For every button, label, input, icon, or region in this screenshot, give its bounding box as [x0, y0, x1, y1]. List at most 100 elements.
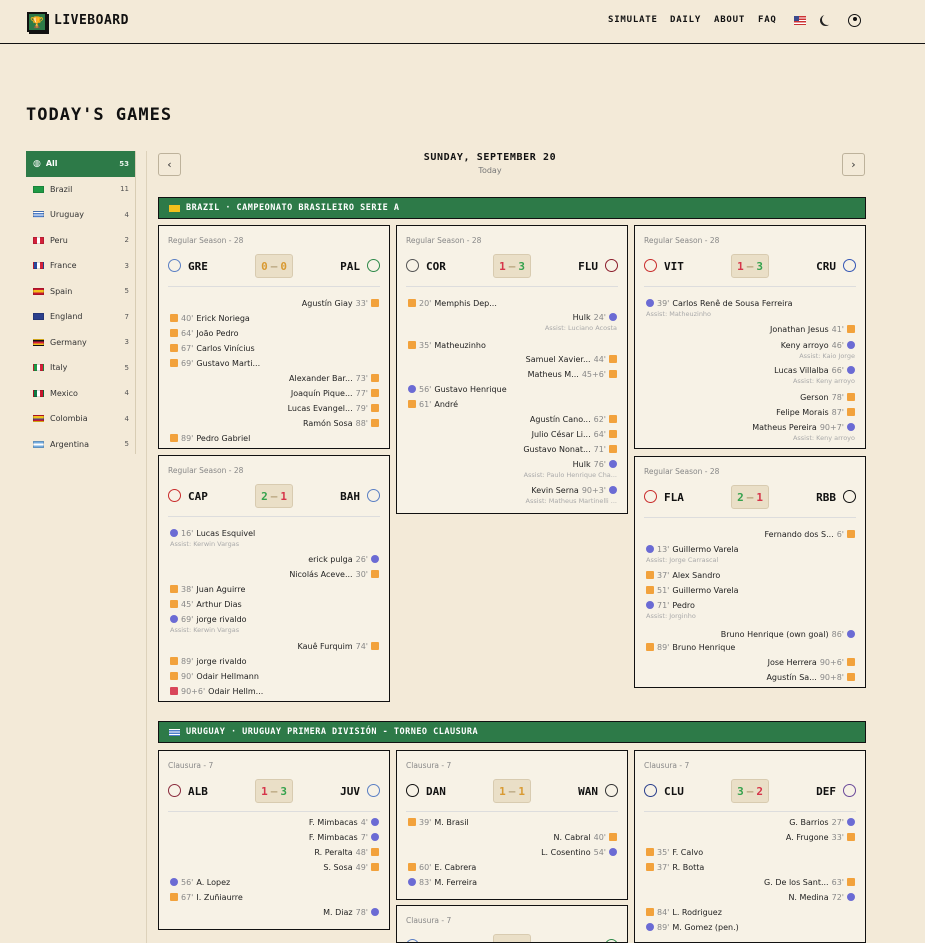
yellow-card-icon: [371, 848, 379, 856]
brazil-flag-icon: [33, 185, 44, 193]
home-team-code[interactable]: CLU: [664, 785, 684, 798]
home-team-crest-icon: [406, 259, 419, 272]
event-minute: 76': [593, 460, 606, 469]
sidebar-item-brazil[interactable]: Brazil 11: [26, 177, 135, 203]
yellow-card-icon: [609, 833, 617, 841]
yellow-card-icon: [371, 863, 379, 871]
event-minute: 79': [355, 404, 368, 413]
home-score: 1: [499, 259, 506, 273]
event-minute: 78': [831, 393, 844, 402]
event-minute: 62': [593, 415, 606, 424]
event-minute: 64': [593, 430, 606, 439]
trophy-icon[interactable]: 🏆: [27, 12, 47, 32]
divider: [644, 811, 856, 812]
sidebar-item-mexico[interactable]: Mexico 4: [26, 381, 135, 407]
home-team-code[interactable]: FLA: [664, 491, 684, 504]
sidebar-item-colombia[interactable]: Colombia 4: [26, 406, 135, 432]
moon-icon[interactable]: [822, 14, 833, 25]
match-card[interactable]: Clausura - 7: [396, 905, 628, 943]
prev-day-button[interactable]: ‹: [158, 153, 181, 176]
match-event: Lucas Villalba 66': [774, 365, 855, 377]
goal-ball-icon: [371, 908, 379, 916]
sidebar-item-spain[interactable]: Spain 5: [26, 279, 135, 305]
match-event: 20' Memphis Dep...: [408, 298, 497, 310]
home-team-code[interactable]: DAN: [426, 785, 446, 798]
event-minute: 38': [181, 585, 194, 594]
event-minute: 30': [355, 570, 368, 579]
home-team-code[interactable]: CAP: [188, 490, 208, 503]
sidebar-item-argentina[interactable]: Argentina 5: [26, 432, 135, 458]
match-event: 64' João Pedro: [170, 328, 239, 340]
event-minute: 40': [593, 833, 606, 842]
yellow-card-icon: [371, 299, 379, 307]
event-minute: 64': [181, 329, 194, 338]
nav-daily[interactable]: DAILY: [670, 15, 701, 25]
match-event: Hulk 24': [573, 312, 617, 324]
away-team-code[interactable]: PAL: [340, 260, 360, 273]
away-team-code[interactable]: CRU: [816, 260, 836, 273]
sidebar-item-peru[interactable]: Peru 2: [26, 228, 135, 254]
sidebar-item-france[interactable]: France 3: [26, 253, 135, 279]
away-team-code[interactable]: WAN: [578, 785, 598, 798]
goal-ball-icon: [847, 818, 855, 826]
match-card[interactable]: Regular Season - 28 VIT 1–3 CRU 39' Carlo…: [634, 225, 866, 449]
match-card[interactable]: Clausura - 7 DAN 1–1 WAN 39' M. Brasil N. …: [396, 750, 628, 900]
home-team-crest-icon: [406, 784, 419, 797]
league-header-uruguay[interactable]: URUGUAY · URUGUAY PRIMERA DIVISIÓN - TOR…: [158, 721, 866, 743]
match-event: 13' Guillermo Varela: [646, 544, 739, 556]
sidebar-item-italy[interactable]: Italy 5: [26, 355, 135, 381]
match-card[interactable]: Regular Season - 28 FLA 2–1 RBB Fernando…: [634, 456, 866, 688]
nav-faq[interactable]: FAQ: [758, 15, 777, 25]
event-assist: Assist: Keny arroyo: [792, 434, 855, 442]
event-player: E. Cabrera: [434, 863, 477, 872]
home-team-code[interactable]: GRE: [188, 260, 208, 273]
app-logo[interactable]: LIVEBOARD: [54, 13, 129, 28]
next-day-button[interactable]: ›: [842, 153, 865, 176]
sidebar-item-uruguay[interactable]: Uruguay 4: [26, 202, 135, 228]
event-minute: 77': [355, 389, 368, 398]
event-minute: 69': [181, 615, 194, 624]
yellow-card-icon: [646, 586, 654, 594]
divider: [644, 517, 856, 518]
score-box: 3–2: [731, 779, 769, 803]
event-minute: 37': [657, 571, 670, 580]
home-team-code[interactable]: ALB: [188, 785, 208, 798]
match-event: 45' Arthur Dias: [170, 599, 242, 611]
match-event: 84' L. Rodriguez: [646, 907, 722, 919]
chevron-left-icon: ‹: [167, 158, 172, 171]
sidebar-item-england[interactable]: England 7: [26, 304, 135, 330]
away-team-code[interactable]: RBB: [816, 491, 836, 504]
league-header-brazil[interactable]: BRAZIL · CAMPEONATO BRASILEIRO SERIE A: [158, 197, 866, 219]
away-team-code[interactable]: FLU: [578, 260, 598, 273]
match-event: Gustavo Nonat... 71': [523, 444, 617, 456]
event-assist: Assist: Jorge Carrascal: [646, 556, 719, 564]
match-card[interactable]: Regular Season - 28 COR 1–3 FLU 20' Memph…: [396, 225, 628, 514]
home-team-code[interactable]: VIT: [664, 260, 684, 273]
user-icon[interactable]: [848, 14, 861, 27]
nav-about[interactable]: ABOUT: [714, 15, 745, 25]
away-team-code[interactable]: JUV: [340, 785, 360, 798]
yellow-card-icon: [408, 818, 416, 826]
yellow-card-icon: [408, 299, 416, 307]
event-minute: 67': [181, 893, 194, 902]
event-player: Carlos Renê de Sousa Ferreira: [672, 299, 793, 308]
home-team-crest-icon: [168, 784, 181, 797]
match-card[interactable]: Regular Season - 28 CAP 2–1 BAH 16' Lucas…: [158, 455, 390, 702]
away-team-code[interactable]: DEF: [816, 785, 836, 798]
match-event: Agustín Giay 33': [302, 298, 379, 310]
date-label: SUNDAY, SEPTEMBER 20: [423, 152, 557, 163]
match-card[interactable]: Clausura - 7 ALB 1–3 JUV F. Mimbacas 4' F.…: [158, 750, 390, 930]
sidebar-item-germany[interactable]: Germany 3: [26, 330, 135, 356]
match-card[interactable]: Clausura - 7 CLU 3–2 DEF G. Barrios 27' A.…: [634, 750, 866, 943]
sidebar-item-all[interactable]: ◍ All 53: [26, 151, 135, 177]
home-team-code[interactable]: COR: [426, 260, 446, 273]
away-team-code[interactable]: BAH: [340, 490, 360, 503]
nav-simulate[interactable]: SIMULATE: [608, 15, 658, 25]
home-score: 1: [261, 784, 268, 798]
event-assist: Assist: Matheuzinho: [646, 310, 712, 318]
event-player: Kauê Furquim: [297, 642, 353, 651]
event-minute: 61': [419, 400, 432, 409]
match-card[interactable]: Regular Season - 28 GRE 0–0 PAL Agustín …: [158, 225, 390, 449]
language-flag-icon[interactable]: [794, 16, 806, 25]
yellow-card-icon: [170, 585, 178, 593]
